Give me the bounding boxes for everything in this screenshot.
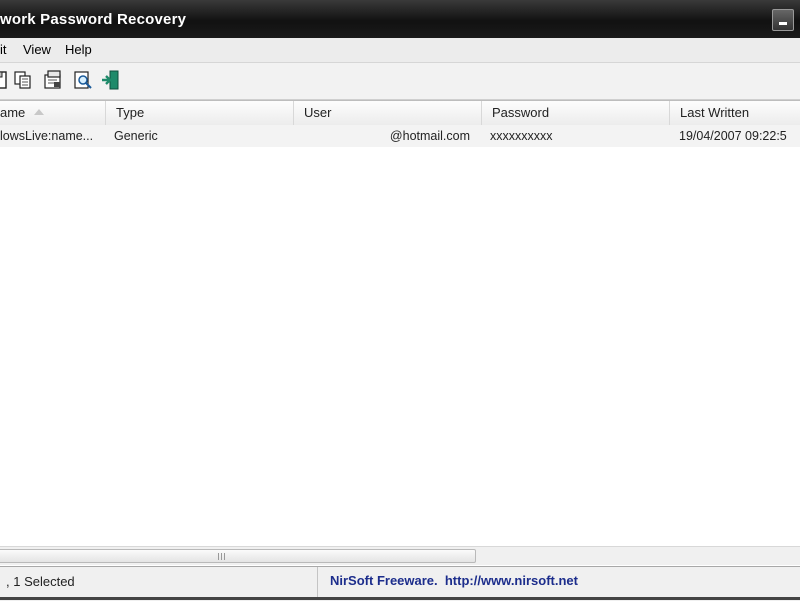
menu-help[interactable]: Help xyxy=(65,42,92,57)
status-bar: , 1 Selected NirSoft Freeware. http://ww… xyxy=(0,566,800,601)
cell-user: @hotmail.com xyxy=(389,129,470,143)
horizontal-scrollbar[interactable] xyxy=(0,546,800,565)
column-header: ame Type User Password Last Written xyxy=(0,100,800,126)
menu-bar: it View Help xyxy=(0,38,800,63)
sort-ascending-icon xyxy=(34,109,44,115)
save-icon[interactable] xyxy=(0,69,10,91)
copy-icon[interactable] xyxy=(12,69,34,91)
find-icon[interactable] xyxy=(72,69,94,91)
status-count: , 1 Selected xyxy=(0,567,318,597)
menu-view[interactable]: View xyxy=(23,42,51,57)
column-last-written-label: Last Written xyxy=(680,105,750,120)
column-password-label: Password xyxy=(492,105,550,120)
column-name-label: ame xyxy=(0,105,26,120)
menu-edit[interactable]: it xyxy=(0,42,7,57)
title-bar[interactable]: work Password Recovery xyxy=(0,0,800,38)
toolbar xyxy=(0,63,800,100)
cell-type: Generic xyxy=(114,129,158,143)
minimize-icon xyxy=(779,22,787,25)
cell-name: lowsLive:name... xyxy=(0,129,94,143)
cell-password: xxxxxxxxxx xyxy=(490,129,553,143)
properties-icon[interactable] xyxy=(42,69,64,91)
column-user[interactable]: User xyxy=(294,101,482,125)
minimize-button[interactable] xyxy=(772,9,794,31)
column-name[interactable]: ame xyxy=(0,101,106,125)
column-type-label: Type xyxy=(116,105,145,120)
grip-icon xyxy=(218,553,226,560)
column-password[interactable]: Password xyxy=(482,101,670,125)
column-last-written[interactable]: Last Written xyxy=(670,101,800,125)
nirsoft-link[interactable]: NirSoft Freeware. http://www.nirsoft.net xyxy=(330,567,578,597)
column-user-label: User xyxy=(304,105,332,120)
column-type[interactable]: Type xyxy=(106,101,294,125)
window-title: work Password Recovery xyxy=(0,11,187,28)
scrollbar-thumb[interactable] xyxy=(0,549,476,563)
cell-last-written: 19/04/2007 09:22:5 xyxy=(679,129,787,143)
table-row[interactable]: lowsLive:name... Generic @hotmail.com xx… xyxy=(0,125,800,147)
exit-icon[interactable] xyxy=(100,69,122,91)
